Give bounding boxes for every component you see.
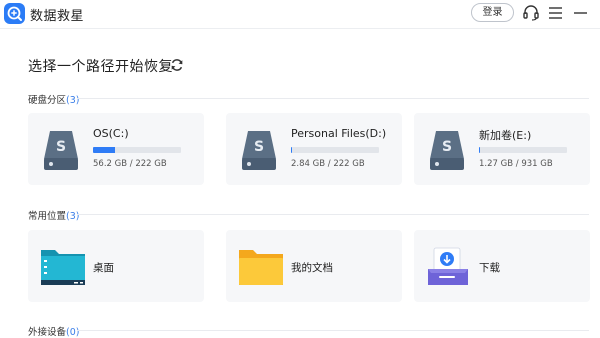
- minimize-icon[interactable]: [571, 3, 591, 23]
- drive-name: Personal Files(D:): [291, 127, 387, 140]
- external-section-divider: [77, 330, 589, 331]
- title-divider: [0, 28, 600, 29]
- location-name: 下载: [479, 262, 500, 274]
- drive-name: 新加卷(E:): [479, 129, 532, 142]
- hard-drive-icon: S: [44, 131, 78, 170]
- drive-card-d[interactable]: S Personal Files(D:) 2.84 GB / 222 GB: [226, 113, 402, 185]
- location-card-documents[interactable]: 我的文档: [226, 230, 402, 302]
- locations-section-divider: [77, 214, 589, 215]
- download-tray-icon: [428, 247, 468, 285]
- drive-card-e[interactable]: S 新加卷(E:) 1.27 GB / 931 GB: [414, 113, 590, 185]
- drive-size: 1.27 GB / 931 GB: [479, 159, 553, 169]
- drives-section-title: 硬盘分区: [28, 95, 67, 106]
- location-card-downloads[interactable]: 下载: [414, 230, 590, 302]
- drives-section-count: (3): [66, 95, 80, 106]
- location-card-desktop[interactable]: 桌面: [28, 230, 204, 302]
- drive-usage-fill: [479, 147, 481, 153]
- drive-usage-fill: [93, 147, 116, 153]
- drive-usage-bar: [291, 147, 379, 153]
- drive-usage-bar: [479, 147, 567, 153]
- drive-usage-fill: [291, 147, 293, 153]
- documents-folder-icon: [239, 250, 283, 285]
- svg-text:S: S: [442, 139, 452, 155]
- desktop-folder-icon: [41, 250, 85, 285]
- svg-text:S: S: [56, 139, 66, 155]
- drive-usage-bar: [93, 147, 181, 153]
- external-section-label: 外接设备(0): [28, 324, 79, 338]
- locations-section-title: 常用位置: [28, 211, 67, 222]
- menu-icon[interactable]: [546, 3, 566, 23]
- title-bar: 数据救星 登录: [0, 0, 600, 28]
- hard-drive-icon: S: [430, 131, 464, 170]
- drives-section-label: 硬盘分区(3): [28, 92, 79, 106]
- locations-section-count: (3): [66, 211, 80, 222]
- app-window: 数据救星 登录 选择一个路径开始恢复 硬盘分区(3) S OS(C:) 56.2…: [0, 0, 600, 338]
- drive-size: 2.84 GB / 222 GB: [291, 159, 365, 169]
- drives-section-divider: [77, 98, 589, 99]
- hard-drive-icon: S: [242, 131, 276, 170]
- refresh-icon[interactable]: [170, 57, 184, 71]
- drive-size: 56.2 GB / 222 GB: [93, 159, 167, 169]
- location-name: 我的文档: [291, 262, 333, 274]
- svg-text:S: S: [254, 139, 264, 155]
- location-name: 桌面: [93, 262, 114, 274]
- app-title: 数据救星: [30, 9, 85, 24]
- external-section-count: (0): [66, 327, 80, 338]
- headset-icon[interactable]: [521, 3, 541, 23]
- locations-section-label: 常用位置(3): [28, 208, 79, 222]
- drive-card-c[interactable]: S OS(C:) 56.2 GB / 222 GB: [28, 113, 204, 185]
- drive-name: OS(C:): [93, 127, 129, 140]
- login-button[interactable]: 登录: [471, 3, 514, 22]
- external-section-title: 外接设备: [28, 327, 67, 338]
- page-heading: 选择一个路径开始恢复: [28, 59, 173, 75]
- app-logo-icon: [4, 3, 25, 24]
